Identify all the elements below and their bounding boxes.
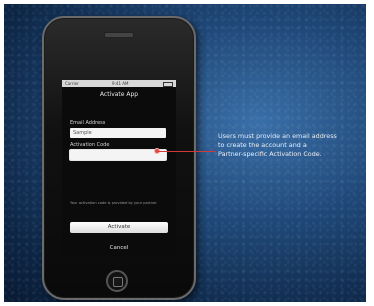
callout-annotation: Users must provide an email address to c… (218, 132, 364, 159)
callout-line (158, 151, 216, 152)
slide-background: Carrier 9:41 AM Activate App Email Addre… (4, 4, 366, 302)
screen-title: Activate App (99, 91, 139, 98)
phone-device: Carrier 9:41 AM Activate App Email Addre… (42, 16, 196, 300)
carrier-label: Carrier (65, 81, 79, 86)
home-button[interactable] (106, 270, 128, 292)
phone-screen: Carrier 9:41 AM Activate App Email Addre… (62, 80, 176, 256)
status-bar: Carrier 9:41 AM (62, 80, 176, 87)
email-field[interactable]: Sample (70, 128, 166, 138)
callout-line-3: Partner-specific Activation Code. (218, 150, 322, 158)
activation-hint: Your activation code is provided by your… (70, 201, 158, 205)
clock: 9:41 AM (112, 81, 129, 86)
activate-button[interactable]: Activate (70, 222, 168, 233)
activation-code-field[interactable] (70, 150, 166, 160)
battery-icon (163, 82, 173, 87)
activation-code-label: Activation Code (70, 142, 110, 148)
callout-line-2: to create the account and a (218, 141, 307, 149)
cancel-button[interactable]: Cancel (62, 245, 176, 251)
callout-line-1: Users must provide an email address (218, 132, 337, 140)
email-label: Email Address (70, 120, 106, 126)
speaker-grille (104, 32, 134, 38)
home-square-icon (113, 277, 123, 287)
